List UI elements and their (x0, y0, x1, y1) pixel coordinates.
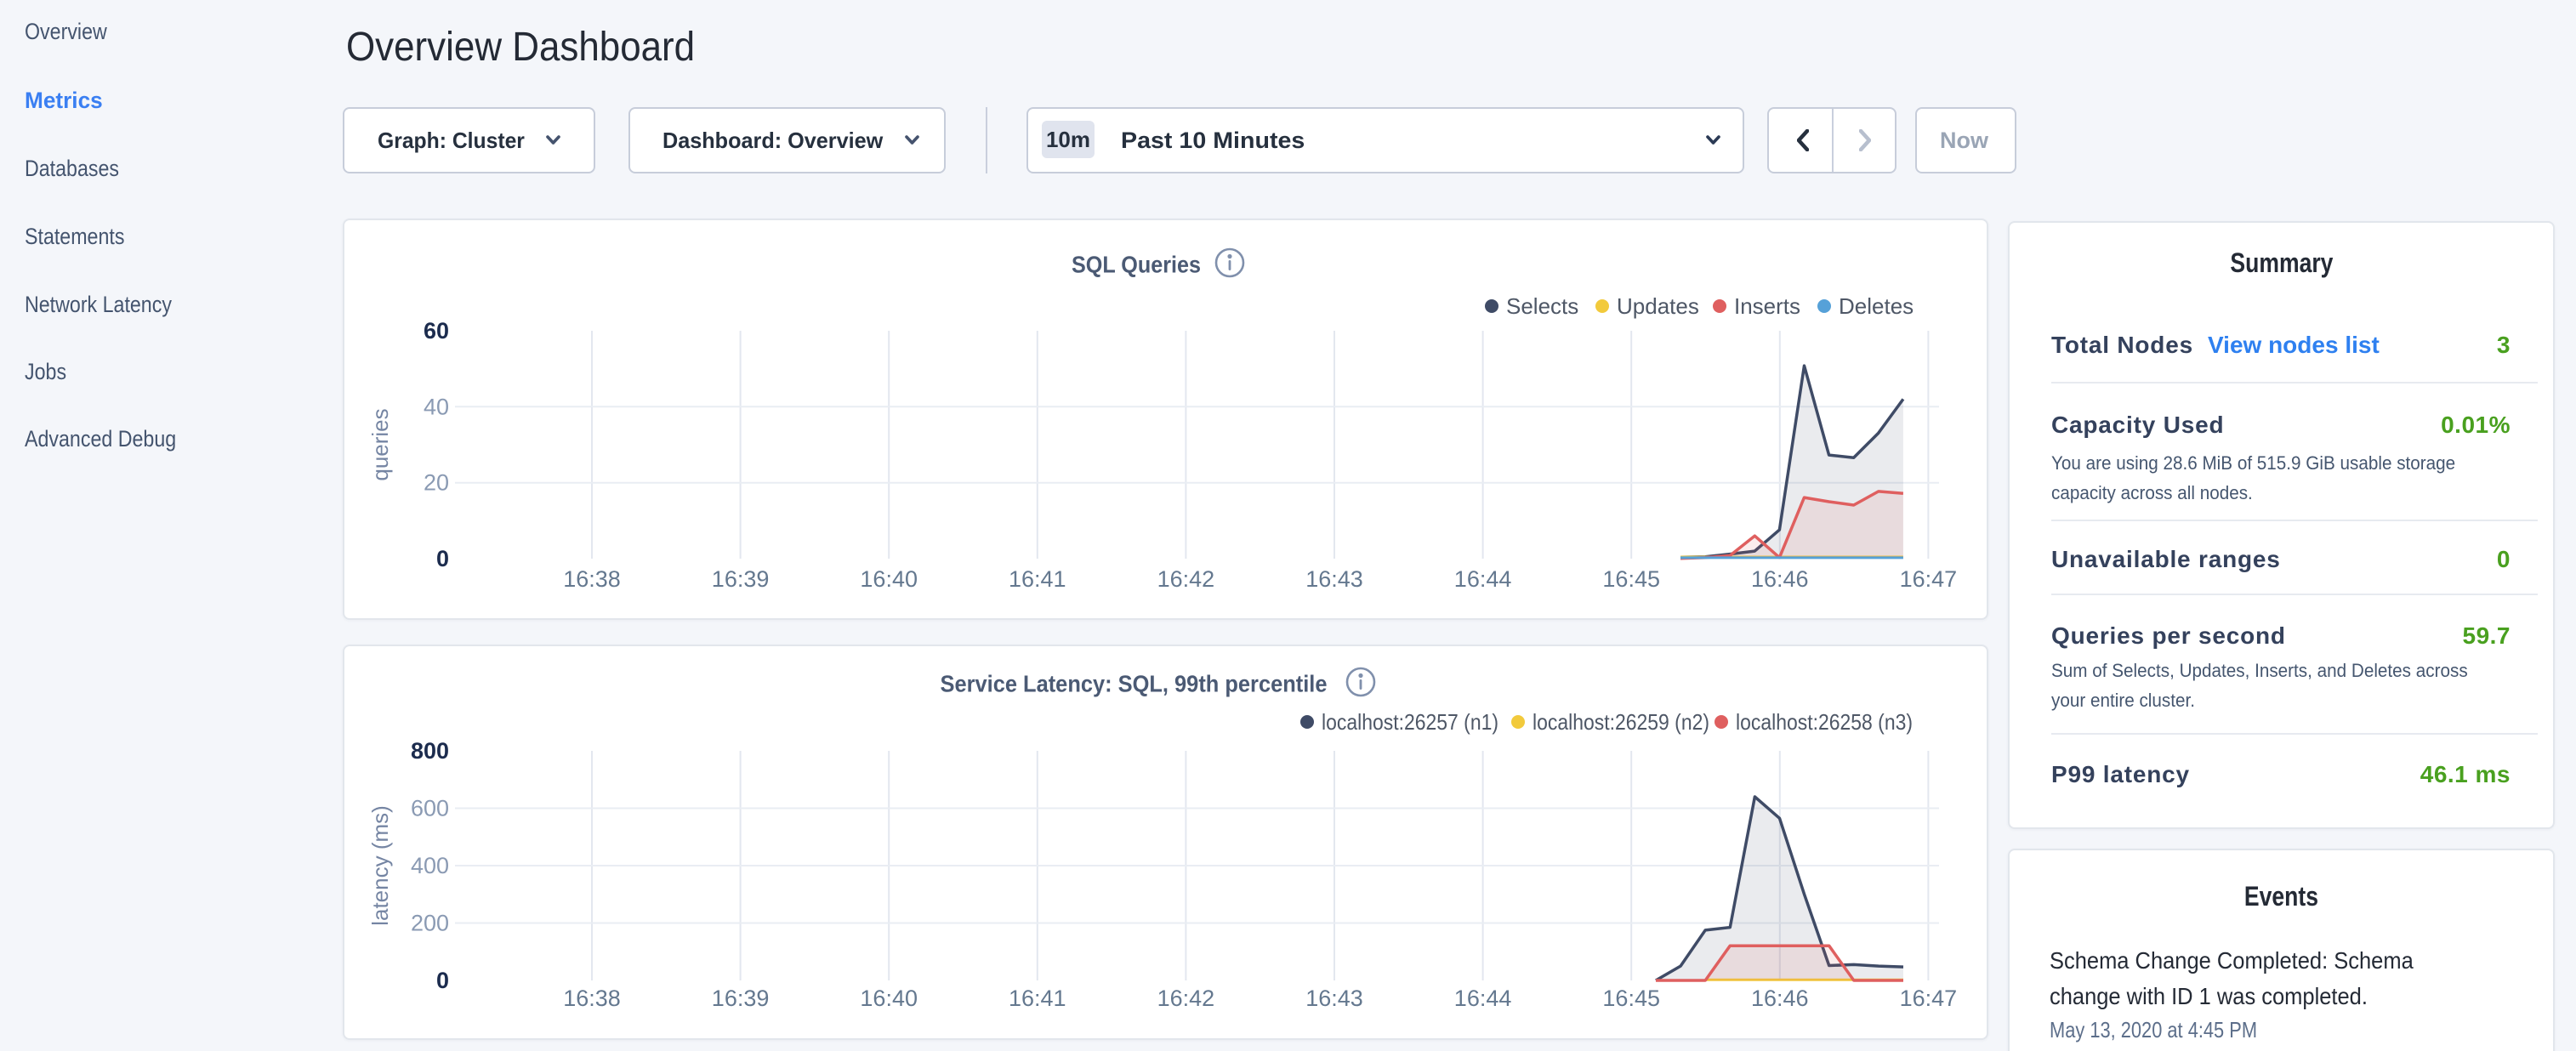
svg-text:Selects: Selects (1506, 293, 1578, 319)
svg-text:600: 600 (411, 796, 449, 821)
svg-text:16:41: 16:41 (1009, 986, 1066, 1011)
svg-text:20: 20 (424, 470, 449, 496)
svg-text:16:46: 16:46 (1751, 986, 1809, 1011)
svg-text:16:40: 16:40 (860, 986, 918, 1011)
svg-text:0: 0 (436, 546, 449, 571)
svg-text:16:40: 16:40 (860, 566, 918, 592)
svg-text:16:42: 16:42 (1157, 986, 1215, 1011)
svg-text:0: 0 (436, 968, 449, 993)
svg-text:16:45: 16:45 (1602, 566, 1660, 592)
svg-text:800: 800 (411, 738, 449, 764)
svg-text:16:44: 16:44 (1454, 986, 1512, 1011)
svg-text:Inserts: Inserts (1734, 293, 1800, 319)
svg-text:40: 40 (424, 394, 449, 419)
svg-text:16:39: 16:39 (712, 986, 770, 1011)
svg-text:16:44: 16:44 (1454, 566, 1512, 592)
svg-text:60: 60 (424, 318, 449, 344)
svg-text:SQL Queries: SQL Queries (1072, 252, 1201, 278)
svg-text:16:47: 16:47 (1900, 566, 1958, 592)
svg-text:400: 400 (411, 853, 449, 878)
svg-text:queries: queries (367, 408, 393, 480)
svg-text:16:47: 16:47 (1900, 986, 1958, 1011)
svg-text:localhost:26257 (n1): localhost:26257 (n1) (1322, 709, 1498, 735)
svg-text:localhost:26259 (n2): localhost:26259 (n2) (1533, 709, 1709, 735)
svg-text:16:38: 16:38 (563, 986, 621, 1011)
svg-text:16:46: 16:46 (1751, 566, 1809, 592)
svg-text:16:38: 16:38 (563, 566, 621, 592)
svg-text:localhost:26258 (n3): localhost:26258 (n3) (1736, 709, 1913, 735)
svg-text:latency (ms): latency (ms) (367, 805, 393, 926)
svg-text:16:39: 16:39 (712, 566, 770, 592)
svg-text:Updates: Updates (1617, 293, 1699, 319)
svg-text:16:45: 16:45 (1602, 986, 1660, 1011)
svg-text:16:41: 16:41 (1009, 566, 1066, 592)
svg-text:Service Latency: SQL, 99th per: Service Latency: SQL, 99th percentile (941, 671, 1328, 697)
svg-text:Deletes: Deletes (1839, 293, 1914, 319)
svg-text:16:43: 16:43 (1305, 986, 1363, 1011)
svg-text:16:43: 16:43 (1305, 566, 1363, 592)
svg-text:16:42: 16:42 (1157, 566, 1215, 592)
svg-text:200: 200 (411, 911, 449, 936)
